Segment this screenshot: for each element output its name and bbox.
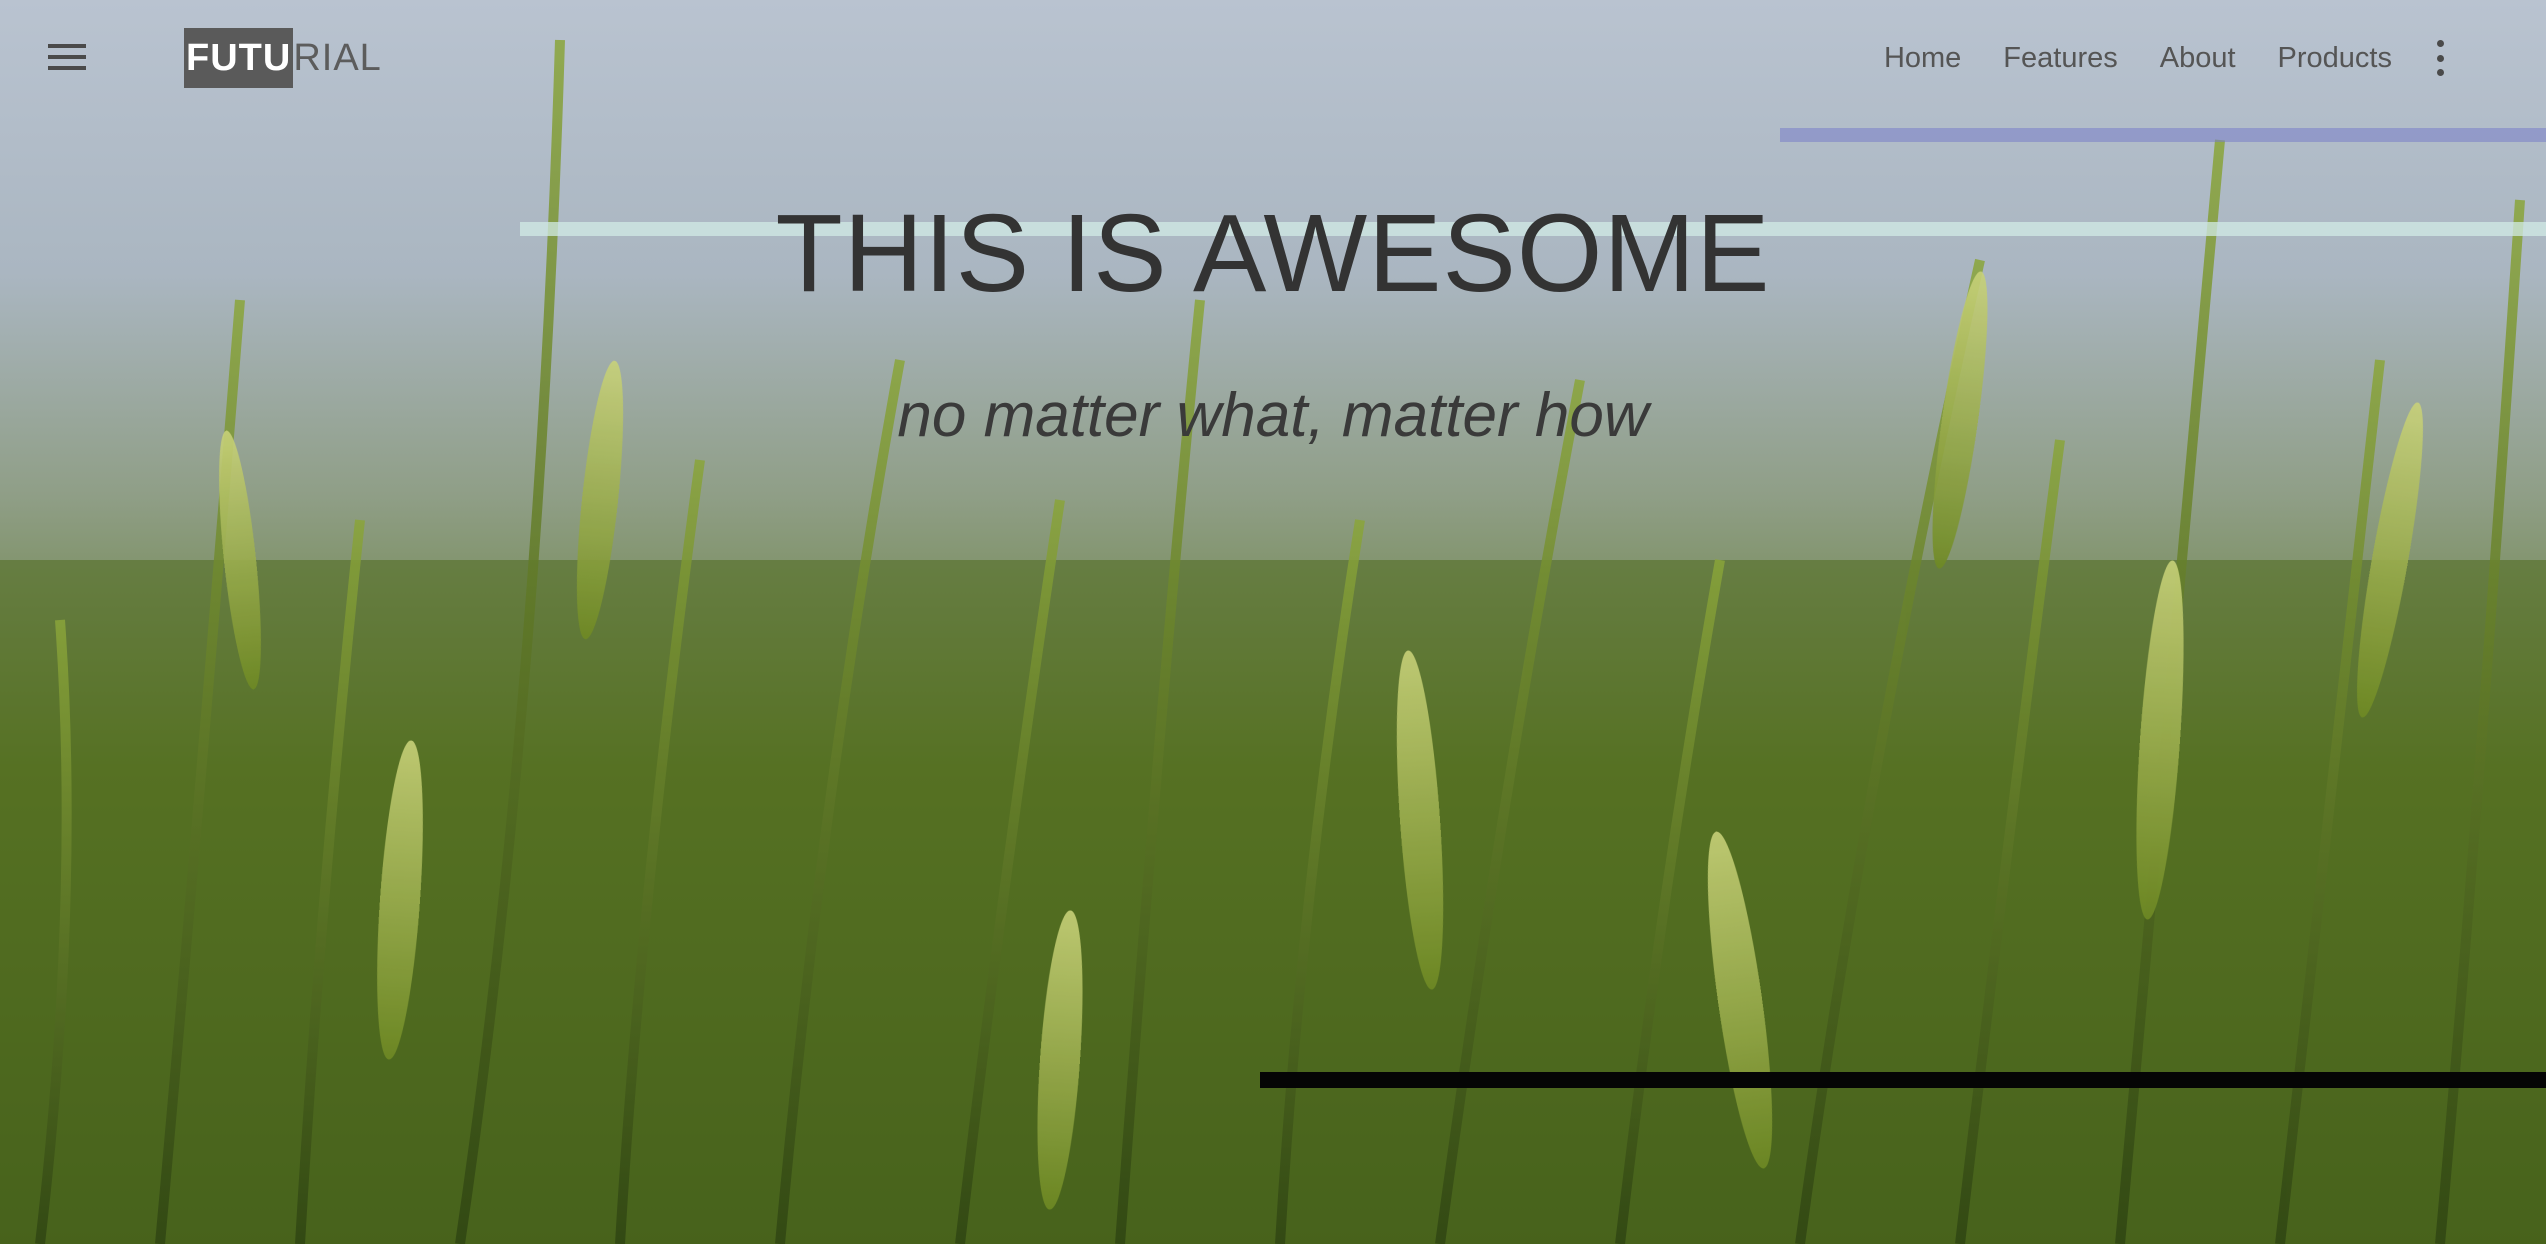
wheat-background-image (0, 39, 2546, 1244)
nav-link-about[interactable]: About (2160, 42, 2236, 75)
hero-subtitle: no matter what, matter how (897, 381, 1649, 450)
nav-link-features[interactable]: Features (2003, 42, 2117, 75)
nav-link-products[interactable]: Products (2278, 42, 2392, 75)
brand-logo-rest: RIAL (293, 37, 382, 79)
glitch-line (1260, 1072, 2546, 1088)
nav-link-home[interactable]: Home (1884, 42, 1961, 75)
kebab-more-icon[interactable] (2434, 40, 2446, 76)
brand-logo-highlight: FUTU (184, 28, 294, 88)
hamburger-menu-icon[interactable] (48, 44, 86, 72)
hero-section: FUTURIAL Home Features About Products TH… (0, 0, 2546, 1244)
brand-logo[interactable]: FUTURIAL (184, 28, 382, 88)
glitch-line (1780, 128, 2546, 142)
main-nav: Home Features About Products (1884, 36, 2546, 80)
hero-title: THIS IS AWESOME (775, 192, 1771, 315)
top-navbar: FUTURIAL Home Features About Products (0, 0, 2546, 116)
